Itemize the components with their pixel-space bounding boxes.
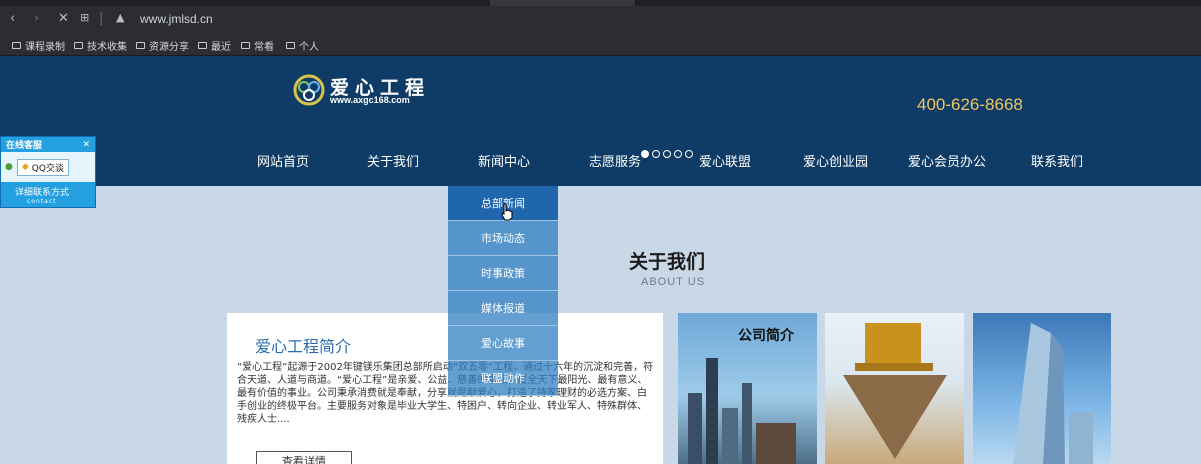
bookmark-item[interactable]: 常看 [241, 38, 274, 53]
nav-item-startup[interactable]: 爱心创业园 [803, 151, 868, 170]
slider-dot[interactable] [674, 150, 682, 158]
intro-title[interactable]: 爱心工程简介 [255, 333, 351, 357]
hand-cursor-icon [501, 203, 513, 221]
divider: | [99, 11, 104, 26]
slider-dots [641, 150, 693, 158]
folder-icon [136, 42, 145, 49]
slider-dot[interactable] [685, 150, 693, 158]
folder-icon [286, 42, 295, 49]
more-button[interactable]: 查看详情 [256, 451, 352, 464]
tower-image[interactable] [973, 313, 1111, 464]
logo-icon[interactable] [293, 74, 325, 106]
section-title: 关于我们 [629, 251, 706, 273]
trophy-image[interactable] [825, 313, 964, 464]
dropdown-item-policy[interactable]: 时事政策 [448, 256, 558, 291]
back-icon[interactable]: ‹ [10, 11, 15, 26]
online-status-icon: ● [5, 162, 13, 172]
dropdown-item-market[interactable]: 市场动态 [448, 221, 558, 256]
section-subtitle: ABOUT US [641, 276, 706, 288]
folder-icon [241, 42, 250, 49]
bookmark-item[interactable]: 个人 [286, 38, 319, 53]
bookmark-item[interactable]: 课程录制 [12, 38, 65, 53]
company-profile-image[interactable]: 公司简介 [678, 313, 817, 464]
bronze-vessel-graphic [843, 323, 947, 459]
nav-item-about[interactable]: 关于我们 [367, 151, 419, 170]
nav-item-home[interactable]: 网站首页 [257, 151, 309, 170]
contact-details-link[interactable]: 详细联系方式 contact [1, 182, 95, 207]
forward-icon[interactable]: › [34, 11, 39, 26]
folder-icon [74, 42, 83, 49]
address-bar[interactable]: www.jmlsd.cn [140, 12, 213, 26]
skyline-graphic [688, 358, 796, 464]
slider-dot[interactable] [663, 150, 671, 158]
nav-item-contact[interactable]: 联系我们 [1031, 151, 1083, 170]
dropdown-item-media[interactable]: 媒体报道 [448, 291, 558, 326]
close-icon[interactable]: ✕ [58, 11, 69, 26]
folder-icon [12, 42, 21, 49]
dropdown-item-alliance[interactable]: 联盟动作 [448, 361, 558, 396]
warning-icon[interactable]: ▲ [116, 11, 124, 24]
bookmarks-bar: 课程录制 技术收集 资源分享 最近 常看 个人 [0, 34, 1201, 56]
browser-toolbar: ‹ › ✕ ⊞ | ▲ www.jmlsd.cn [0, 6, 1201, 34]
intro-card: 爱心工程简介 “爱心工程”起源于2002年键镁乐集团总部所启动“双五零”工程，通… [227, 313, 663, 464]
dropdown-item-stories[interactable]: 爱心故事 [448, 326, 558, 361]
intro-text: “爱心工程”起源于2002年键镁乐集团总部所启动“双五零”工程，通过十六年的沉淀… [237, 362, 654, 425]
nav-item-member-office[interactable]: 爱心会员办公 [908, 151, 986, 170]
folder-icon [198, 42, 207, 49]
close-icon[interactable]: ✕ [82, 140, 90, 150]
nav-item-news[interactable]: 新闻中心 [478, 151, 530, 170]
bookmark-item[interactable]: 最近 [198, 38, 231, 53]
tower-graphic [1013, 323, 1093, 464]
logo-url: www.axgc168.com [330, 95, 410, 105]
nav-item-alliance[interactable]: 爱心联盟 [699, 151, 751, 170]
qq-chat-button[interactable]: ◆ QQ交谈 [16, 158, 69, 176]
service-title: 在线客服 [6, 141, 43, 151]
service-header: 在线客服 ✕ [1, 137, 95, 152]
nav-item-volunteer[interactable]: 志愿服务 [589, 151, 641, 170]
bookmark-item[interactable]: 资源分享 [136, 38, 189, 53]
bookmark-item[interactable]: 技术收集 [74, 38, 127, 53]
qq-icon: ◆ [21, 162, 29, 172]
online-service-widget: 在线客服 ✕ ● ◆ QQ交谈 详细联系方式 contact [0, 136, 96, 208]
slider-dot[interactable] [652, 150, 660, 158]
grid-icon[interactable]: ⊞ [80, 11, 89, 24]
service-body: ● ◆ QQ交谈 [1, 152, 95, 182]
slider-dot[interactable] [641, 150, 649, 158]
phone-number: 400-626-8668 [917, 95, 1023, 114]
